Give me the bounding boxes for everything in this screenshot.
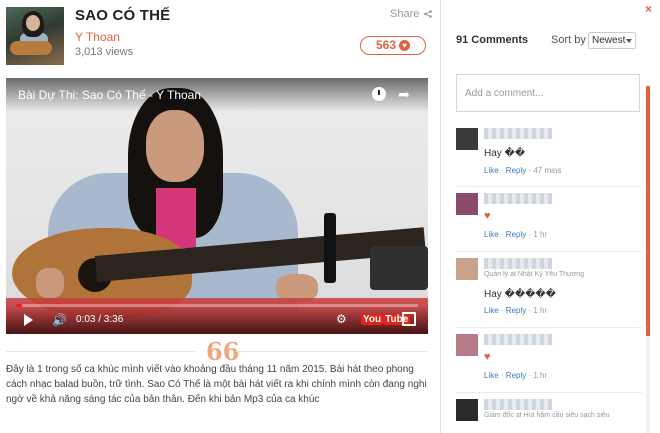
view-count: 3,013 views: [75, 46, 134, 58]
comment-author[interactable]: [484, 334, 552, 345]
comment-reply-link[interactable]: Reply: [506, 371, 526, 380]
divider: [456, 327, 642, 328]
sort-select[interactable]: Newest: [588, 32, 636, 49]
comment-reply-link[interactable]: Reply: [506, 230, 526, 239]
comment-meta: Like · Reply · 1 hr: [484, 371, 548, 380]
like-button[interactable]: 563 ♥: [360, 36, 426, 55]
divider: [456, 186, 642, 187]
fullscreen-icon[interactable]: [402, 312, 416, 326]
video-share-icon[interactable]: ➦: [398, 87, 410, 101]
artist-link[interactable]: Y Thoan: [75, 30, 120, 44]
video-title[interactable]: Bài Dự Thi: Sao Có Thế - Y Thoan: [18, 88, 201, 102]
comment-count: 91 Comments: [456, 34, 529, 46]
avatar[interactable]: [456, 334, 478, 356]
watch-later-icon[interactable]: [372, 87, 386, 101]
close-icon[interactable]: ×: [645, 2, 652, 16]
share-button[interactable]: Share: [390, 8, 433, 20]
scrollbar[interactable]: [646, 86, 650, 433]
comment-reply-link[interactable]: Reply: [506, 306, 526, 315]
sort-label: Sort by: [551, 34, 586, 46]
comment-author[interactable]: [484, 193, 552, 204]
share-label: Share: [390, 8, 420, 20]
comment-time: 1 hr: [533, 371, 548, 380]
settings-icon[interactable]: ⚙: [336, 312, 347, 326]
comment-like-link[interactable]: Like: [484, 166, 499, 175]
comment-like-link[interactable]: Like: [484, 306, 499, 315]
comment-like-link[interactable]: Like: [484, 371, 499, 380]
quote-icon: 66: [206, 337, 240, 366]
avatar[interactable]: [456, 399, 478, 421]
add-comment-input[interactable]: Add a comment...: [456, 74, 640, 112]
volume-icon[interactable]: 🔊: [52, 313, 67, 327]
comment-like-link[interactable]: Like: [484, 230, 499, 239]
video-time: 0:03 / 3:36: [76, 314, 124, 325]
share-icon: [424, 10, 433, 18]
comment-author[interactable]: [484, 128, 552, 139]
comment-author[interactable]: [484, 258, 552, 269]
divider: [456, 251, 642, 252]
divider: [456, 392, 642, 393]
song-title: SAO CÓ THẾ: [75, 7, 171, 24]
video-player[interactable]: Bài Dự Thi: Sao Có Thế - Y Thoan ➦ 🔊 0:0…: [6, 78, 428, 334]
heart-icon: ♥: [484, 351, 491, 363]
comment-author-subtitle: Quản lý at Nhật Ký Yêu Thương: [484, 271, 585, 278]
comments-panel: [440, 0, 660, 433]
comment-text: Hay �����: [484, 289, 556, 300]
comment-time: 1 hr: [533, 230, 548, 239]
song-panel: SAO CÓ THẾ Y Thoan 3,013 views Share 563…: [0, 0, 440, 433]
divider: [236, 351, 428, 352]
comment-time: 1 hr: [533, 306, 548, 315]
comment-text: Hay ��: [484, 148, 526, 159]
comment-author[interactable]: [484, 399, 552, 410]
comment-meta: Like · Reply · 1 hr: [484, 230, 548, 239]
like-count: 563: [375, 38, 397, 52]
avatar[interactable]: [456, 193, 478, 215]
comment-meta: Like · Reply · 47 mins: [484, 166, 562, 175]
play-icon[interactable]: [24, 314, 33, 326]
chevron-down-icon: [626, 39, 632, 43]
comment-author-subtitle: Giám đốc at Hút hầm cầu siêu sạch siêu: [484, 412, 610, 419]
song-description: Đây là 1 trong số ca khúc mình viết vào …: [6, 364, 427, 405]
song-thumbnail[interactable]: [6, 7, 64, 65]
divider: [6, 351, 196, 352]
comment-meta: Like · Reply · 1 hr: [484, 306, 548, 315]
avatar[interactable]: [456, 258, 478, 280]
avatar[interactable]: [456, 128, 478, 150]
video-progress-bar[interactable]: [16, 304, 418, 307]
heart-icon: ♥: [484, 210, 491, 222]
comment-reply-link[interactable]: Reply: [506, 166, 526, 175]
heart-icon: ♥: [399, 40, 411, 52]
comment-time: 47 mins: [533, 166, 562, 175]
